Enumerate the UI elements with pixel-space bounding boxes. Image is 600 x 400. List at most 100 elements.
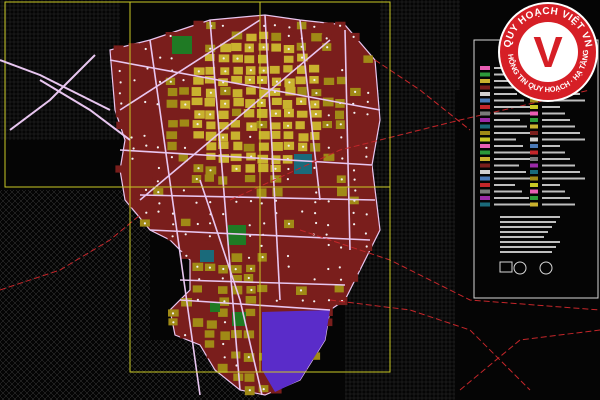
land-parcel: [178, 176, 190, 185]
land-parcel: [349, 253, 359, 262]
land-parcel: [167, 88, 178, 97]
legend-swatch: [480, 183, 490, 187]
quy-hoach-viet-logo[interactable]: QUY HOẠCH VIỆT VN THÔNG TIN QUY HOẠCH · …: [496, 0, 600, 104]
parcel-label-dot: [339, 278, 343, 281]
land-parcel: [191, 242, 202, 251]
land-parcel: [206, 350, 218, 359]
legend-note-line: [500, 241, 560, 243]
land-parcel: [245, 207, 257, 216]
parcel-label-dot: [247, 256, 251, 259]
parcel-label-dot: [313, 166, 316, 169]
legend-label-line: [494, 197, 529, 199]
parcel-label-dot: [353, 178, 356, 181]
legend-note-line: [500, 231, 548, 233]
land-parcel: [166, 131, 178, 140]
parcel-label-dot: [169, 34, 172, 38]
legend-label-line: [542, 145, 560, 147]
land-parcel: [179, 242, 190, 251]
land-parcel: [271, 252, 282, 261]
land-parcel: [336, 44, 346, 52]
parcel-label-dot: [171, 235, 174, 238]
parcel-label-dot: [338, 266, 341, 269]
land-parcel: [245, 296, 257, 304]
parcel-label-dot: [274, 112, 277, 115]
parcel-label-dot: [260, 244, 263, 247]
land-parcel: [217, 363, 228, 373]
parcel-label-dot: [250, 288, 253, 292]
parcel-label-dot: [144, 100, 147, 104]
land-parcel: [322, 163, 332, 172]
land-parcel: [362, 66, 373, 75]
legend-label-line: [542, 197, 570, 199]
legend-label-line: [494, 145, 523, 147]
parcel-label-dot: [222, 213, 225, 216]
land-parcel: [232, 208, 243, 218]
land-parcel: [167, 141, 177, 151]
land-parcel: [257, 297, 267, 305]
legend-note-line: [500, 246, 556, 248]
parcel-label-dot: [250, 125, 253, 128]
parcel-label-dot: [182, 189, 185, 192]
land-parcel: [322, 207, 332, 216]
land-parcel: [295, 121, 305, 130]
parcel-label-dot: [156, 180, 159, 183]
parcel-label-dot: [340, 178, 343, 181]
legend-label-line: [494, 164, 519, 167]
land-parcel: [337, 88, 347, 97]
parcel-label-dot: [354, 189, 357, 192]
legend-note-line: [500, 216, 560, 218]
legend-swatch: [480, 85, 490, 90]
legend-swatch: [480, 111, 490, 116]
land-parcel: [256, 188, 267, 197]
parcel-label-dot: [365, 245, 368, 248]
legend-label-line: [542, 106, 560, 108]
parcel-label-dot: [313, 78, 316, 82]
parcel-label-dot: [131, 157, 134, 160]
land-parcel: [271, 97, 282, 105]
land-parcel: [258, 54, 268, 64]
parcel-label-dot: [353, 223, 356, 226]
land-parcel: [310, 132, 320, 140]
legend-label-line: [494, 184, 515, 186]
land-parcel: [257, 284, 268, 293]
legend-label-line: [494, 203, 536, 206]
parcel-label-dot: [261, 256, 264, 259]
land-parcel: [153, 130, 163, 139]
land-parcel: [153, 220, 164, 229]
parcel-label-dot: [172, 321, 175, 324]
land-parcel: [218, 286, 228, 294]
parcel-label-dot: [235, 167, 238, 170]
land-parcel: [322, 188, 333, 196]
legend-swatch: [530, 163, 538, 168]
map-viewport[interactable]: QUY HOẠCH VIỆT VN THÔNG TIN QUY HOẠCH · …: [0, 0, 600, 400]
parcel-label-dot: [184, 103, 187, 106]
parcel-label-dot: [169, 80, 172, 83]
parcel-label-dot: [247, 356, 250, 359]
parcel-label-dot: [325, 233, 328, 236]
land-parcel: [283, 55, 294, 63]
parcel-label-dot: [339, 24, 342, 27]
legend-swatch: [530, 189, 538, 194]
land-parcel: [231, 330, 242, 339]
land-parcel: [231, 253, 243, 262]
land-parcel: [323, 22, 334, 30]
land-parcel: [363, 55, 373, 63]
land-parcel: [334, 284, 344, 293]
land-parcel: [179, 108, 189, 118]
land-parcel: [179, 209, 190, 219]
land-parcel: [285, 187, 295, 195]
parcel-label-dot: [365, 146, 368, 149]
parcel-label-dot: [184, 334, 187, 337]
legend-swatch: [480, 157, 490, 161]
parcel-label-dot: [326, 46, 329, 49]
parcel-label-dot: [223, 356, 226, 359]
parcel-label-dot: [118, 69, 121, 73]
land-parcel: [347, 155, 358, 164]
parcel-label-dot: [260, 101, 263, 104]
parcel-label-dot: [221, 136, 225, 139]
parcel-label-dot: [224, 89, 227, 92]
parcel-label-dot: [287, 144, 290, 147]
land-parcel: [179, 198, 191, 207]
land-parcel: [246, 33, 257, 42]
land-parcel: [298, 133, 309, 142]
